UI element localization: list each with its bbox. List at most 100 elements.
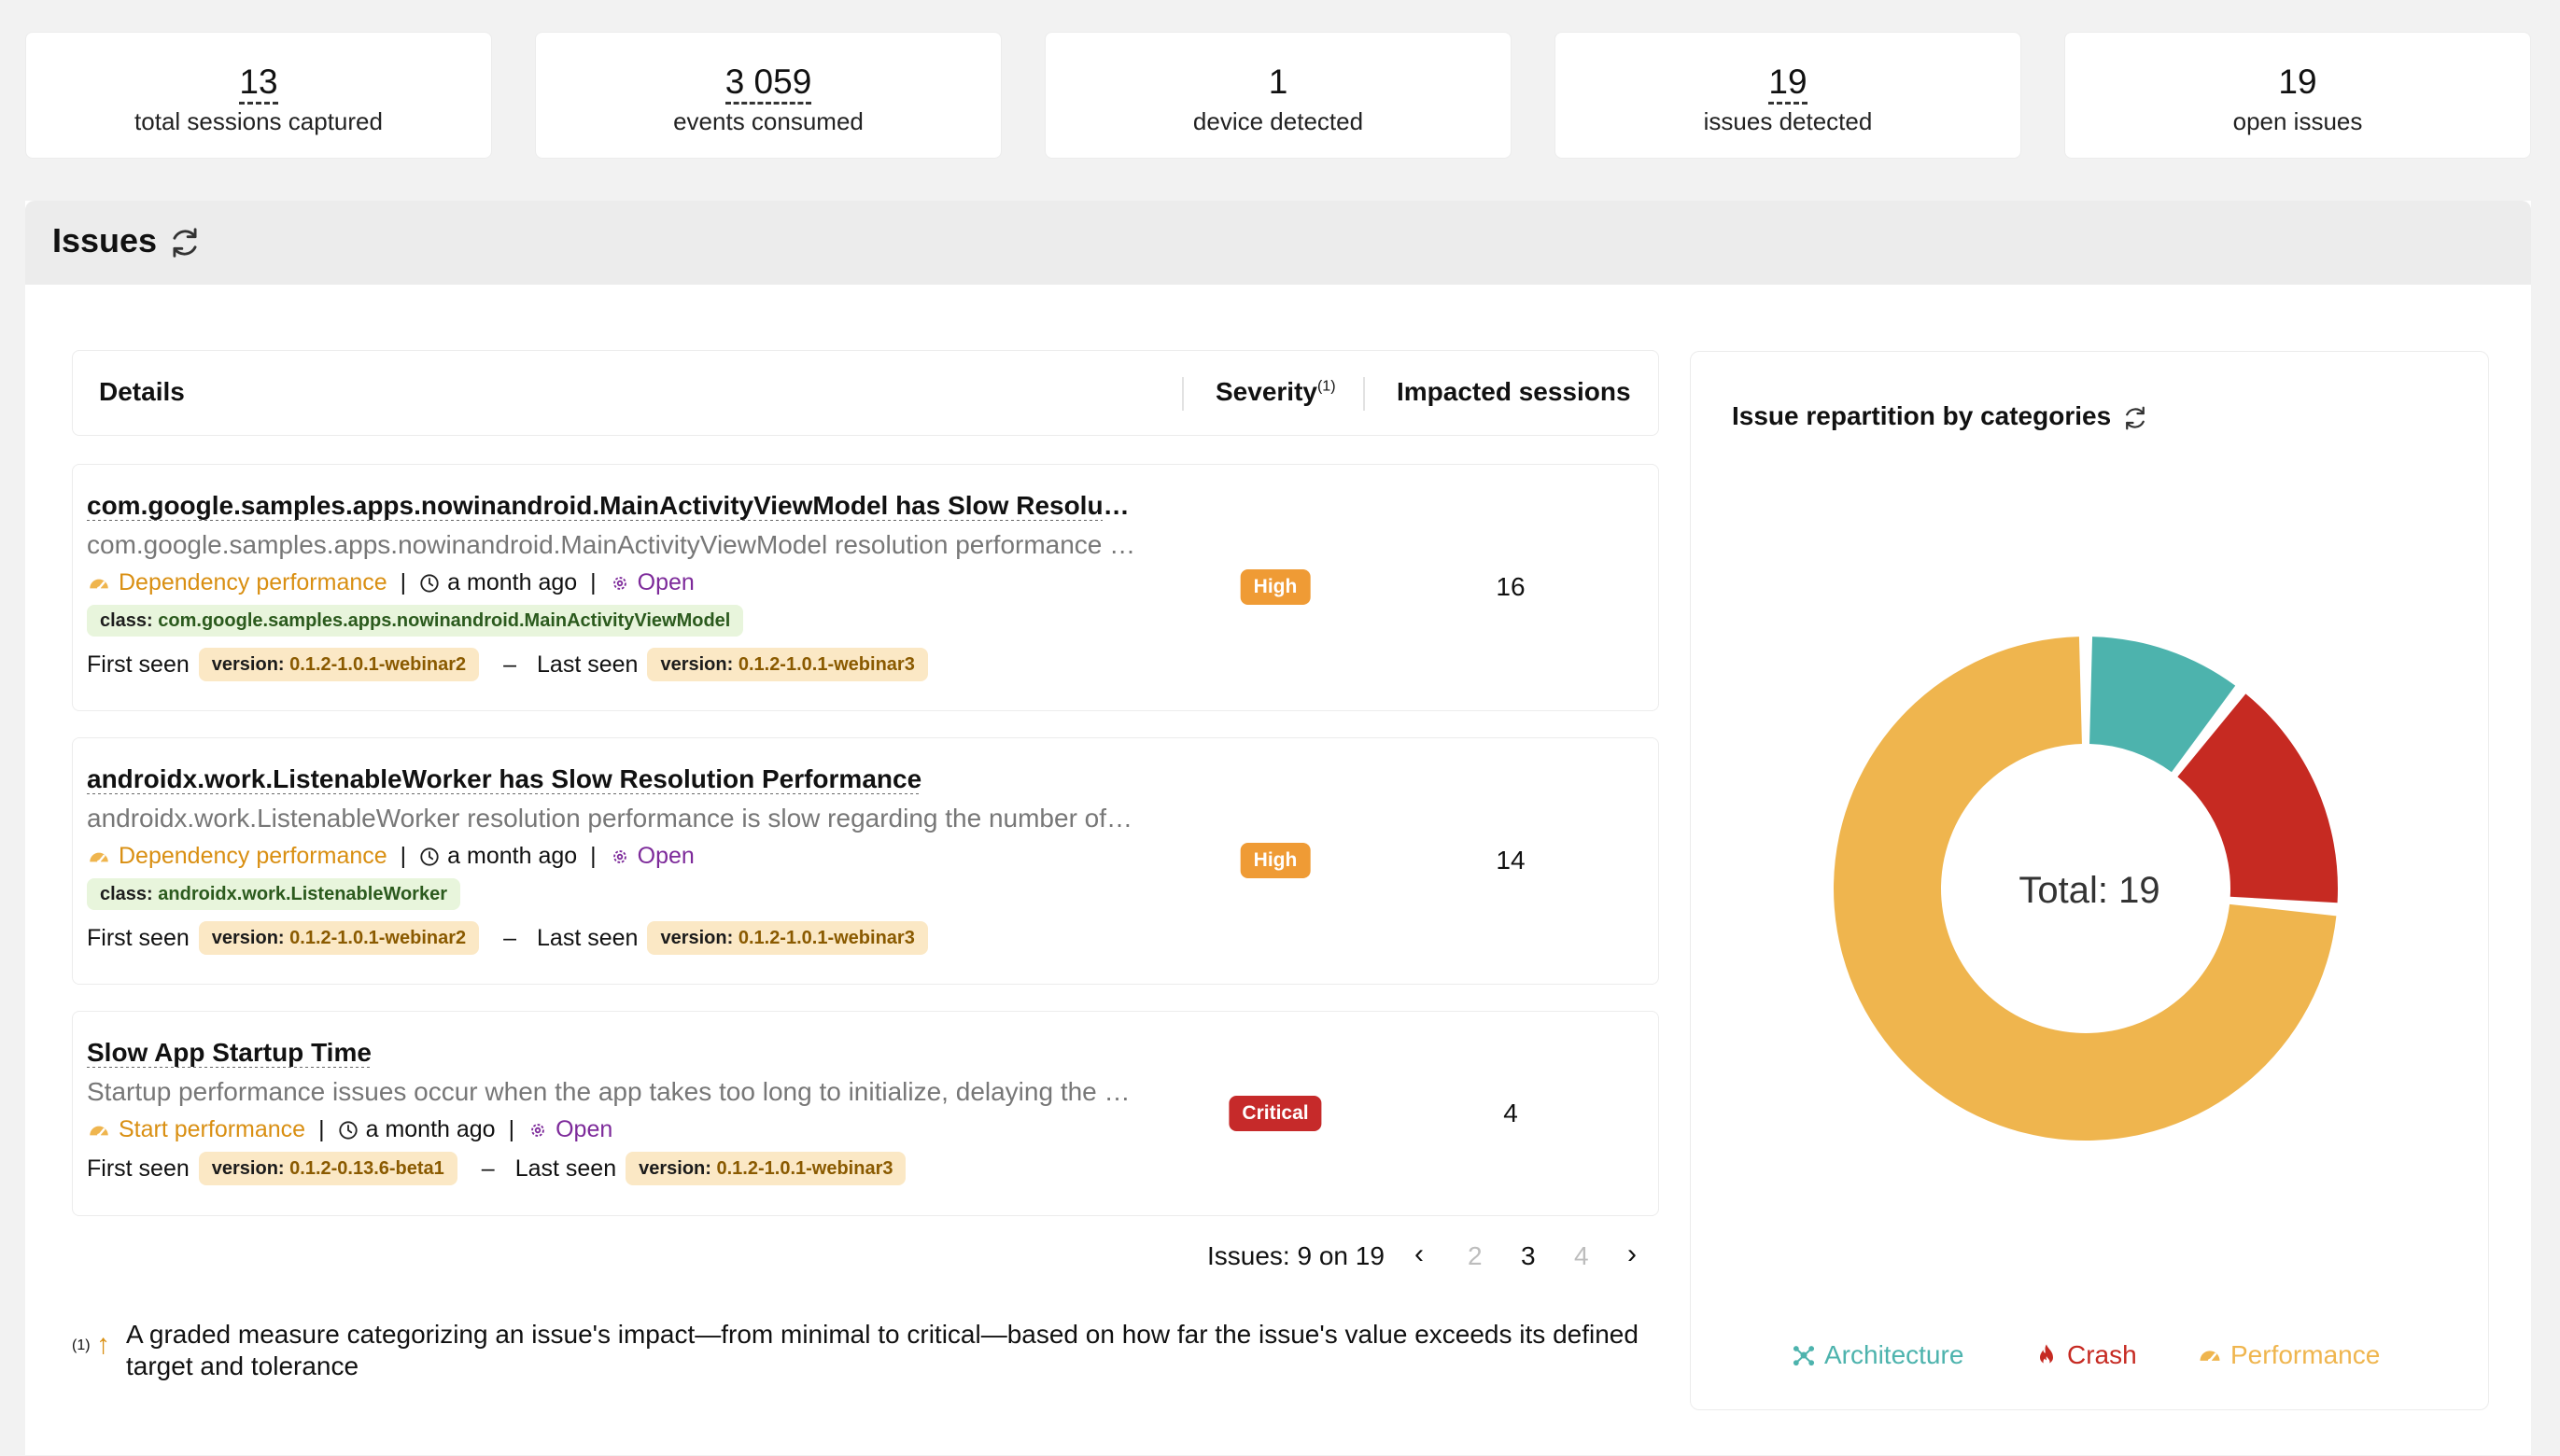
table-row[interactable]: Slow App Startup Time Startup performanc…	[72, 1011, 1659, 1216]
version-chip-last: version: 0.1.2-1.0.1-webinar3	[626, 1152, 907, 1185]
chip-value: 0.1.2-1.0.1-webinar2	[289, 928, 467, 948]
version-chip-first: version: 0.1.2-1.0.1-webinar2	[198, 921, 480, 955]
table-row[interactable]: com.google.samples.apps.nowinandroid.Mai…	[72, 464, 1659, 711]
issue-category: Dependency performance	[87, 843, 387, 870]
issue-time-label: a month ago	[447, 843, 578, 869]
gauge-icon	[90, 852, 108, 863]
chip-value: com.google.samples.apps.nowinandroid.Mai…	[158, 610, 731, 631]
pagination-summary: Issues: 9 on 19	[1207, 1241, 1385, 1270]
version-chip-first: version: 0.1.2-1.0.1-webinar2	[198, 648, 480, 681]
issue-time: a month ago	[419, 569, 577, 596]
stat-value: 1	[1046, 63, 1511, 102]
refresh-icon[interactable]	[167, 225, 203, 260]
issue-description: androidx.work.ListenableWorker resolutio…	[87, 804, 1137, 833]
stat-card-issues[interactable]: 19 issues detected	[1554, 32, 2021, 159]
arrow-up-icon[interactable]: ↑	[96, 1329, 110, 1361]
impacted-sessions-count: 16	[1496, 572, 1526, 601]
impacted-sessions-count: 14	[1496, 846, 1526, 875]
table-row[interactable]: androidx.work.ListenableWorker has Slow …	[72, 737, 1659, 985]
chip-value: 0.1.2-1.0.1-webinar3	[716, 1158, 893, 1179]
chip-value: androidx.work.ListenableWorker	[158, 884, 447, 904]
issue-description: Startup performance issues occur when th…	[87, 1077, 1137, 1106]
last-seen-label: Last seen	[514, 1155, 617, 1182]
chip-value: 0.1.2-1.0.1-webinar3	[738, 928, 915, 948]
issue-title-link[interactable]: Slow App Startup Time	[87, 1038, 1137, 1068]
stat-card-events[interactable]: 3 059 events consumed	[535, 32, 1002, 159]
seen-dash: –	[503, 651, 517, 678]
chip-value: 0.1.2-0.13.6-beta1	[289, 1158, 444, 1179]
clock-icon	[338, 1120, 358, 1140]
header-severity-label: Severity	[1216, 377, 1317, 406]
legend-label: Performance	[2230, 1340, 2381, 1369]
stat-value-link[interactable]: 13	[239, 63, 278, 105]
issue-category: Start performance	[87, 1116, 305, 1143]
impacted-sessions-count: 4	[1503, 1099, 1518, 1127]
legend-label: Crash	[2067, 1340, 2137, 1369]
header-severity[interactable]: Severity(1)	[1216, 377, 1336, 407]
stat-value-link[interactable]: 19	[1768, 63, 1807, 105]
issue-seen: First seen version: 0.1.2-1.0.1-webinar2…	[87, 648, 939, 681]
pagination-page-4[interactable]: 4	[1574, 1241, 1589, 1271]
stat-label: total sessions captured	[134, 107, 383, 135]
gauge-icon	[90, 1126, 108, 1137]
meta-separator: |	[400, 569, 407, 595]
chip-key: class:	[100, 610, 153, 631]
severity-badge: High	[1240, 843, 1311, 878]
gear-icon	[612, 849, 626, 863]
footnote-ref: (1)	[1316, 378, 1336, 395]
issue-meta: Dependency performance | a month ago | O…	[87, 843, 695, 870]
chip-key: version:	[660, 654, 734, 675]
chip-key: class:	[100, 884, 153, 904]
meta-separator: |	[318, 1116, 325, 1142]
pagination-next-button[interactable]: ›	[1627, 1239, 1637, 1270]
version-chip-last: version: 0.1.2-1.0.1-webinar3	[647, 921, 928, 955]
stat-card-devices: 1 device detected	[1045, 32, 1512, 159]
issue-category-label: Dependency performance	[119, 843, 387, 869]
chip-key: version:	[211, 654, 285, 675]
stat-label: issues detected	[1703, 107, 1873, 135]
legend-item-crash[interactable]: Crash	[2033, 1340, 2137, 1370]
first-seen-label: First seen	[87, 651, 190, 678]
panel-title: Issues	[52, 221, 158, 259]
stat-value-link[interactable]: 3 059	[724, 63, 812, 105]
seen-dash: –	[481, 1155, 495, 1182]
chart-title: Issue repartition by categories	[1732, 401, 2112, 430]
donut-center-label: Total: 19	[2018, 870, 2159, 911]
issue-category-label: Dependency performance	[119, 569, 387, 595]
meta-separator: |	[590, 569, 597, 595]
last-seen-label: Last seen	[537, 651, 639, 678]
issue-time: a month ago	[419, 843, 577, 870]
stat-label: events consumed	[673, 107, 864, 135]
stat-card-open-issues: 19 open issues	[2064, 32, 2531, 159]
pagination-page-3[interactable]: 3	[1521, 1241, 1536, 1271]
clock-icon	[420, 847, 439, 866]
stat-value-text: 1	[1268, 63, 1288, 101]
stat-value: 3 059	[536, 63, 1001, 105]
header-impacted-sessions: Impacted sessions	[1397, 377, 1631, 406]
meta-separator: |	[508, 1116, 515, 1142]
issue-status-label: Open	[556, 1116, 613, 1142]
refresh-icon[interactable]	[2121, 404, 2149, 432]
meta-separator: |	[590, 843, 597, 869]
first-seen-label: First seen	[87, 924, 190, 951]
first-seen-label: First seen	[87, 1155, 190, 1182]
pagination-page-2[interactable]: 2	[1468, 1241, 1483, 1271]
table-header: Details Severity(1) Impacted sessions	[72, 350, 1659, 436]
class-chip: class: androidx.work.ListenableWorker	[87, 878, 460, 910]
issue-category: Dependency performance	[87, 569, 387, 596]
severity-badge: High	[1240, 569, 1311, 605]
issue-title-link[interactable]: androidx.work.ListenableWorker has Slow …	[87, 764, 1137, 794]
issue-description: com.google.samples.apps.nowinandroid.Mai…	[87, 530, 1137, 559]
legend-item-performance[interactable]: Performance	[2197, 1340, 2380, 1370]
issue-status: Open	[527, 1116, 612, 1143]
issue-title-link[interactable]: com.google.samples.apps.nowinandroid.Mai…	[87, 491, 1137, 521]
issue-meta: Start performance | a month ago | Open	[87, 1116, 612, 1143]
issue-time-label: a month ago	[447, 569, 578, 595]
version-chip-first: version: 0.1.2-0.13.6-beta1	[198, 1152, 457, 1185]
class-chip: class: com.google.samples.apps.nowinandr…	[87, 605, 744, 637]
chip-key: version:	[660, 928, 734, 948]
stat-value: 13	[26, 63, 491, 105]
pagination-prev-button[interactable]: ‹	[1414, 1239, 1424, 1270]
legend-item-architecture[interactable]: Architecture	[1791, 1340, 1963, 1370]
stat-card-sessions[interactable]: 13 total sessions captured	[25, 32, 492, 159]
